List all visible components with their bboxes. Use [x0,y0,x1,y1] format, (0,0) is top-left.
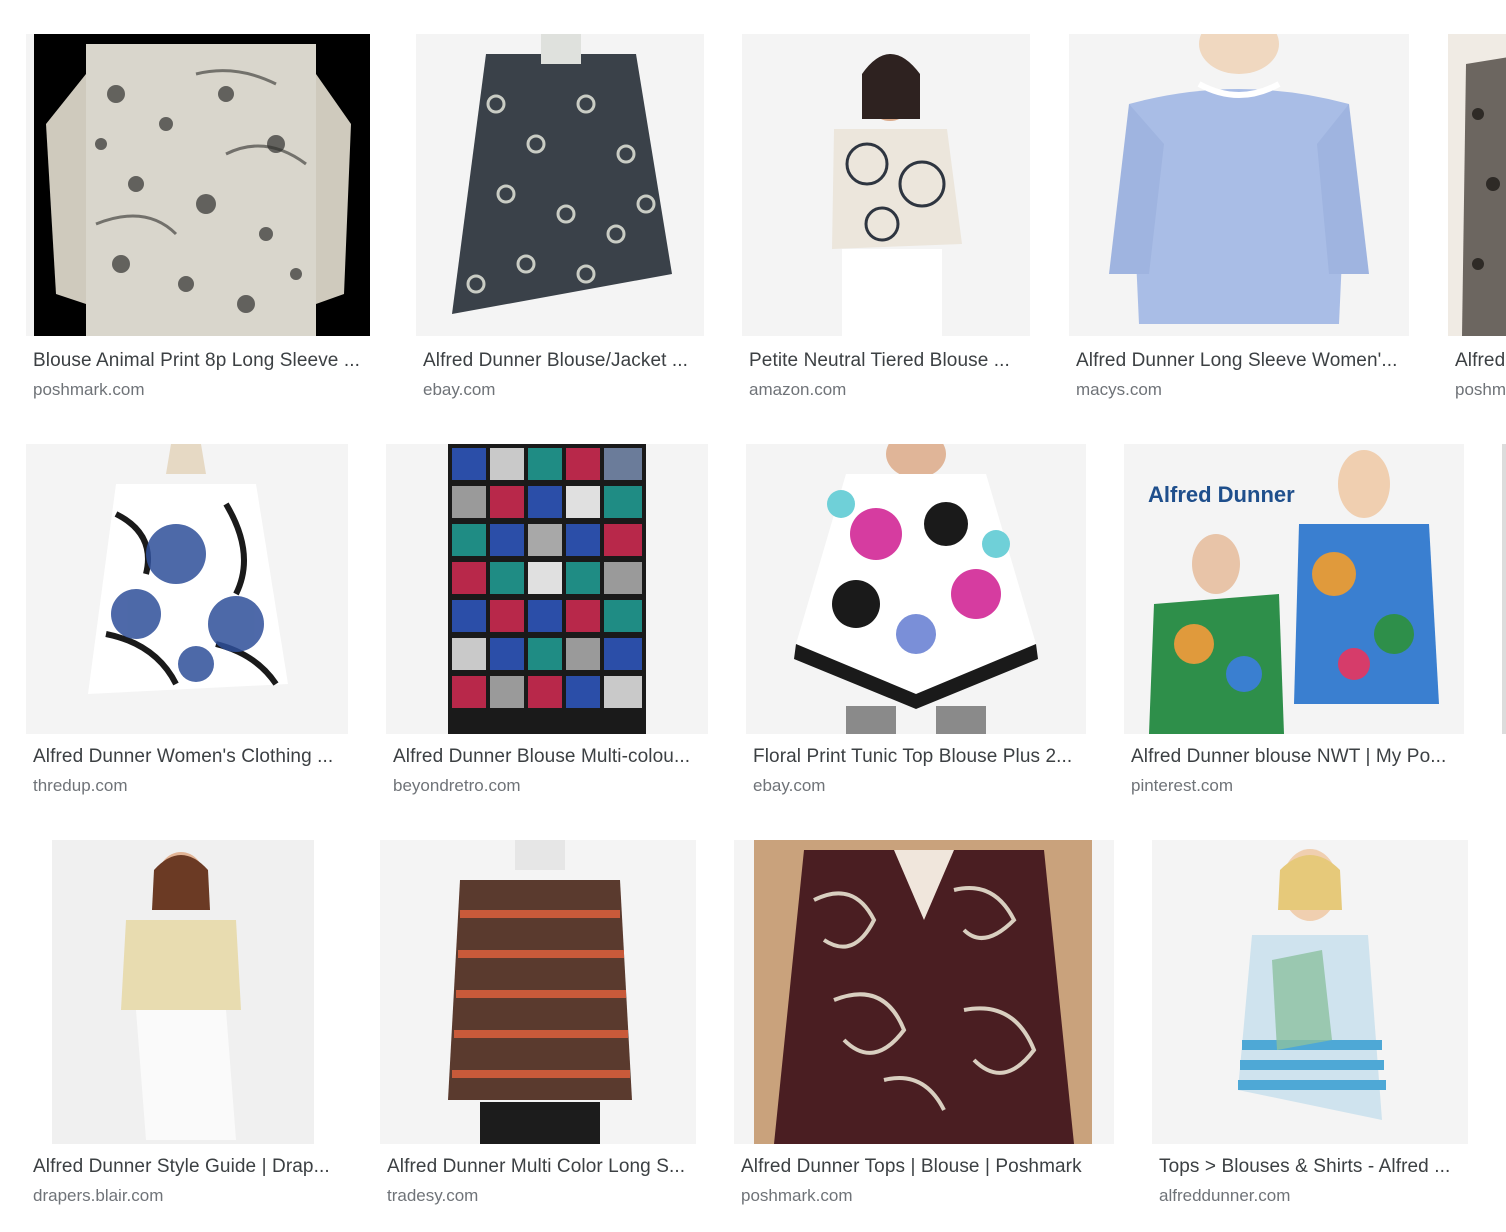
result-thumbnail[interactable] [26,444,348,734]
result-thumbnail[interactable] [1152,840,1468,1144]
result-thumbnail[interactable] [1502,444,1506,734]
result-title[interactable]: Alfred [1455,350,1506,372]
result-image [1069,34,1409,336]
result-title[interactable]: Alfred Dunner Women's Clothing ... [33,746,349,768]
result-card[interactable]: Alfred Dunner Multi Color Long S... trad… [380,840,702,1220]
result-card[interactable]: Alfred Dunner Long Sleeve Women'... macy… [1069,34,1417,406]
result-card-partial[interactable] [1502,444,1506,734]
result-card[interactable]: Alfred Dunner Style Guide | Drap... drap… [26,840,348,1220]
result-image [742,34,1030,336]
result-image [26,444,348,734]
result-card[interactable]: Alfred poshm [1448,34,1506,406]
result-image: Alfred Dunner [1124,444,1464,734]
result-thumbnail[interactable] [416,34,704,336]
result-domain: alfreddunner.com [1159,1186,1291,1205]
result-title[interactable]: Alfred Dunner Blouse/Jacket ... [423,350,703,372]
result-title[interactable]: Floral Print Tunic Top Blouse Plus 2... [753,746,1083,768]
result-card[interactable]: Floral Print Tunic Top Blouse Plus 2... … [746,444,1092,804]
result-thumbnail[interactable] [26,34,370,336]
result-domain: poshmark.com [33,380,145,399]
result-thumbnail[interactable] [746,444,1086,734]
result-image [26,840,342,1144]
result-title[interactable]: Alfred Dunner Long Sleeve Women'... [1076,350,1406,372]
result-domain: tradesy.com [387,1186,479,1205]
alfred-dunner-logo-text: Alfred Dunner [1148,482,1295,507]
result-thumbnail[interactable] [734,840,1114,1144]
result-thumbnail[interactable] [26,840,342,1144]
result-domain: poshmark.com [741,1186,853,1205]
result-title[interactable]: Alfred Dunner Tops | Blouse | Poshmark [741,1156,1113,1178]
result-thumbnail[interactable] [386,444,708,734]
result-domain: pinterest.com [1131,776,1234,795]
result-title[interactable]: Alfred Dunner Blouse Multi-colou... [393,746,709,768]
result-title[interactable]: Blouse Animal Print 8p Long Sleeve ... [33,350,373,372]
result-thumbnail[interactable] [380,840,696,1144]
result-card[interactable]: Blouse Animal Print 8p Long Sleeve ... p… [26,34,378,406]
result-domain: poshm [1455,380,1506,399]
result-domain: amazon.com [749,380,847,399]
result-image [734,840,1114,1144]
result-image [386,444,708,734]
result-image [26,34,370,336]
result-title[interactable]: Alfred Dunner Multi Color Long S... [387,1156,697,1178]
result-card[interactable]: Alfred Dunner Alfred Dunner blouse NWT |… [1124,444,1470,804]
result-image [380,840,696,1144]
result-image [1152,840,1468,1144]
result-title[interactable]: Tops > Blouses & Shirts - Alfred ... [1159,1156,1459,1178]
result-image [1448,34,1506,336]
result-domain: ebay.com [423,380,496,399]
result-thumbnail[interactable] [1448,34,1506,336]
result-card[interactable]: Alfred Dunner Women's Clothing ... thred… [26,444,354,804]
result-title[interactable]: Petite Neutral Tiered Blouse ... [749,350,1029,372]
result-thumbnail[interactable]: Alfred Dunner [1124,444,1464,734]
result-title[interactable]: Alfred Dunner blouse NWT | My Po... [1131,746,1461,768]
result-card[interactable]: Alfred Dunner Blouse Multi-colou... beyo… [386,444,714,804]
result-domain: drapers.blair.com [33,1186,164,1205]
result-domain: ebay.com [753,776,826,795]
result-card[interactable]: Petite Neutral Tiered Blouse ... amazon.… [742,34,1038,406]
result-title[interactable]: Alfred Dunner Style Guide | Drap... [33,1156,343,1178]
result-image [746,444,1086,734]
result-domain: beyondretro.com [393,776,521,795]
result-thumbnail[interactable] [742,34,1030,336]
result-domain: thredup.com [33,776,128,795]
image-results-grid: Blouse Animal Print 8p Long Sleeve ... p… [0,0,1506,1232]
result-card[interactable]: Alfred Dunner Tops | Blouse | Poshmark p… [734,840,1120,1220]
result-domain: macys.com [1076,380,1162,399]
result-thumbnail[interactable] [1069,34,1409,336]
result-card[interactable]: Alfred Dunner Blouse/Jacket ... ebay.com [416,34,712,406]
result-card[interactable]: Tops > Blouses & Shirts - Alfred ... alf… [1152,840,1474,1220]
result-image [416,34,704,336]
